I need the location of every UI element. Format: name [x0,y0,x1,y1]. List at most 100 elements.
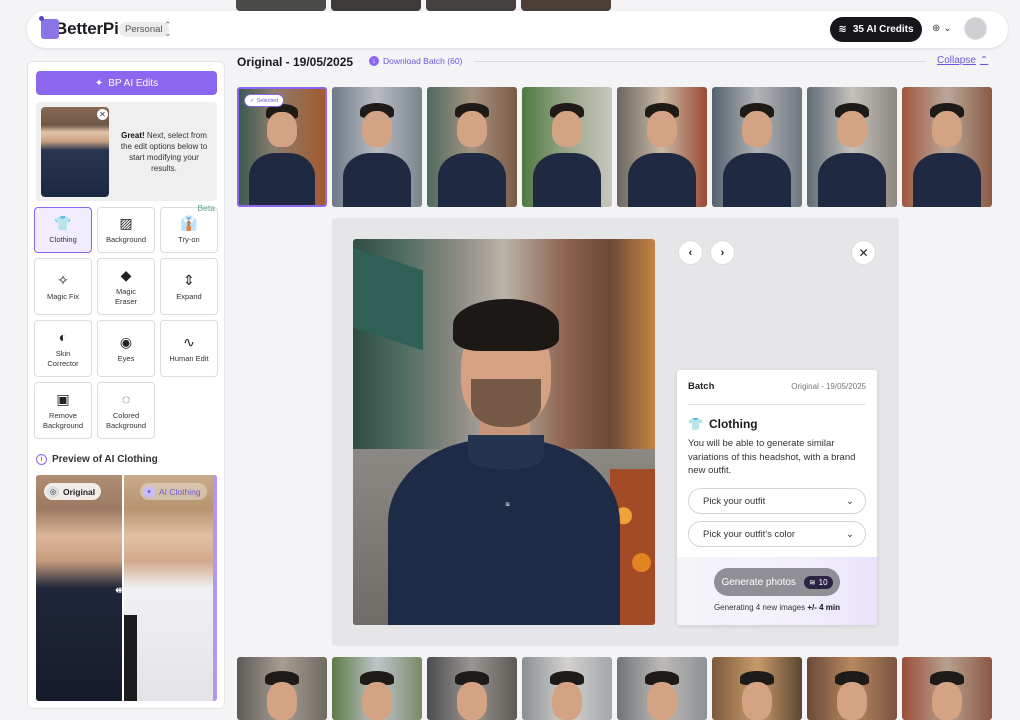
thumbnail[interactable] [331,0,421,11]
previous-photo-button[interactable]: ‹ [678,240,703,265]
generation-note: Generating 4 new images +/- 4 min [713,603,841,612]
tool-eyes[interactable]: ◉ Eyes [97,320,155,377]
tool-try-on[interactable]: Beta 👔 Try-on [160,203,218,253]
shirt-icon: 👕 [54,215,72,231]
thumbnail[interactable] [902,87,992,207]
panel-tool-title: 👕 Clothing [688,417,758,431]
chevron-up-icon: ⌃ [979,55,989,66]
drag-handle-icon[interactable]: ⇹ [115,583,125,597]
tool-background[interactable]: ▨ Background [97,207,155,253]
selected-badge: ✓ Selected [244,94,285,107]
download-batch-link[interactable]: ↓ Download Batch (60) [369,56,462,66]
preview-title-text: Preview of AI Clothing [52,454,158,465]
next-photo-button[interactable]: › [710,240,735,265]
original-preview-image [36,475,123,701]
tool-label: Colored Background [105,410,147,430]
divider [688,404,866,405]
tool-label: Magic Eraser [114,286,138,306]
plan-badge[interactable]: Personal [119,22,169,37]
bp-ai-edits-button[interactable]: ✦ BP AI Edits [36,71,217,95]
thumbnail[interactable] [427,87,517,207]
generate-photos-button[interactable]: Generate photos ≋ 10 [714,568,840,596]
thumbnail[interactable] [522,657,612,720]
intro-card: ✕ Great! Next, select from the edit opti… [36,102,217,201]
original-label: ◎ Original [44,483,102,500]
skin-icon: ◐ [58,328,68,345]
thumbnail[interactable] [426,0,516,11]
tool-label: Skin Corrector [47,348,79,368]
background-icon: ▨ [119,215,133,231]
check-icon: ✓ [250,97,255,104]
colored-bg-icon: ◌ [121,390,131,407]
bp-ai-edits-label: BP AI Edits [108,77,159,89]
thumbnail[interactable] [332,87,422,207]
tool-magic-eraser[interactable]: ◆ Magic Eraser [97,258,155,315]
tool-human-edit[interactable]: ∿ Human Edit [160,320,218,377]
thumbnail[interactable] [617,87,707,207]
outfit-color-select[interactable]: Pick your outfit's color ⌄ [688,521,866,547]
tool-label: Magic Fix [46,291,80,301]
shirt-icon: 👕 [688,417,703,431]
thumbnail[interactable] [521,0,611,11]
batch-label: Batch [688,381,715,392]
download-icon: ↓ [369,56,379,66]
edit-tools-grid: 👕 Clothing ▨ Background Beta 👔 Try-on ✧ … [34,203,219,439]
thumbnail[interactable] [237,657,327,720]
thumbnail[interactable] [712,657,802,720]
chevron-right-icon: › [720,246,725,259]
ai-edits-sidebar: ✦ BP AI Edits ✕ Great! Next, select from… [27,61,225,709]
thumbnail[interactable] [617,657,707,720]
tryon-icon: 👔 [180,215,198,231]
collapse-button[interactable]: Collapse ⌃ [937,55,988,66]
credits-button[interactable]: ≋ 35 AI Credits [830,17,922,42]
beta-badge: Beta [197,203,216,213]
batch-thumbnails-row: ✓ Selected [237,87,992,207]
edit-panel: Batch Original - 19/05/2025 👕 Clothing Y… [677,370,877,625]
chevron-down-icon: ⌄ [943,23,952,34]
photo-detail-viewer: ≋ ‹ › ✕ Batch Original - 19/05/2025 👕 Cl… [332,218,899,646]
batch-date: Original - 19/05/2025 [791,382,866,391]
batch-title: Original - 19/05/2025 [237,55,354,69]
thumbnail[interactable] [236,0,326,11]
thumbnail-selected[interactable]: ✓ Selected [237,87,327,207]
selected-photo-thumbnail [41,107,109,197]
human-edit-icon: ∿ [183,333,195,350]
thumbnail[interactable] [332,657,422,720]
tool-label: Remove Background [42,410,84,430]
tool-colored-background[interactable]: ◌ Colored Background [97,382,155,439]
credits-label: 35 AI Credits [852,24,914,35]
chevron-left-icon: ‹ [688,246,693,259]
workspace-switch-icon[interactable]: ⌃ ⌄ [164,21,172,38]
thumbnail[interactable] [427,657,517,720]
close-icon[interactable]: ✕ [97,109,108,120]
tool-label: Background [105,235,147,244]
eye-icon: ◉ [119,333,133,350]
tool-label: Clothing [49,235,77,244]
camera-icon: ◎ [47,485,59,498]
tool-remove-background[interactable]: ▣ Remove Background [34,382,92,439]
outfit-select[interactable]: Pick your outfit ⌄ [688,488,866,514]
close-icon: ✕ [858,245,869,260]
thumbnail[interactable] [807,657,897,720]
tool-magic-fix[interactable]: ✧ Magic Fix [34,258,92,315]
credit-cost-badge: ≋ 10 [803,575,833,589]
previous-batch-strip [236,0,611,11]
thumbnail[interactable] [902,657,992,720]
tool-clothing[interactable]: 👕 Clothing [34,207,92,253]
panel-footer: Generate photos ≋ 10 Generating 4 new ima… [677,557,877,625]
tool-expand[interactable]: ⇕ Expand [160,258,218,315]
avatar[interactable] [964,17,987,40]
chevron-down-icon: ⌄ [846,528,854,540]
logo[interactable]: BetterPic [39,16,128,39]
close-viewer-button[interactable]: ✕ [851,240,876,265]
preview-title: i Preview of AI Clothing [36,454,158,465]
tool-skin-corrector[interactable]: ◐ Skin Corrector [34,320,92,377]
language-selector[interactable]: ⊕ ⌄ [932,23,952,34]
chevron-down-icon: ⌄ [846,495,854,507]
thumbnail[interactable] [712,87,802,207]
panel-header: Batch Original - 19/05/2025 [688,381,866,392]
thumbnail[interactable] [522,87,612,207]
before-after-compare[interactable]: ⇹ ◎ Original ✦ AI Clothing [36,475,217,701]
layers-icon: ≋ [838,24,847,35]
thumbnail[interactable] [807,87,897,207]
